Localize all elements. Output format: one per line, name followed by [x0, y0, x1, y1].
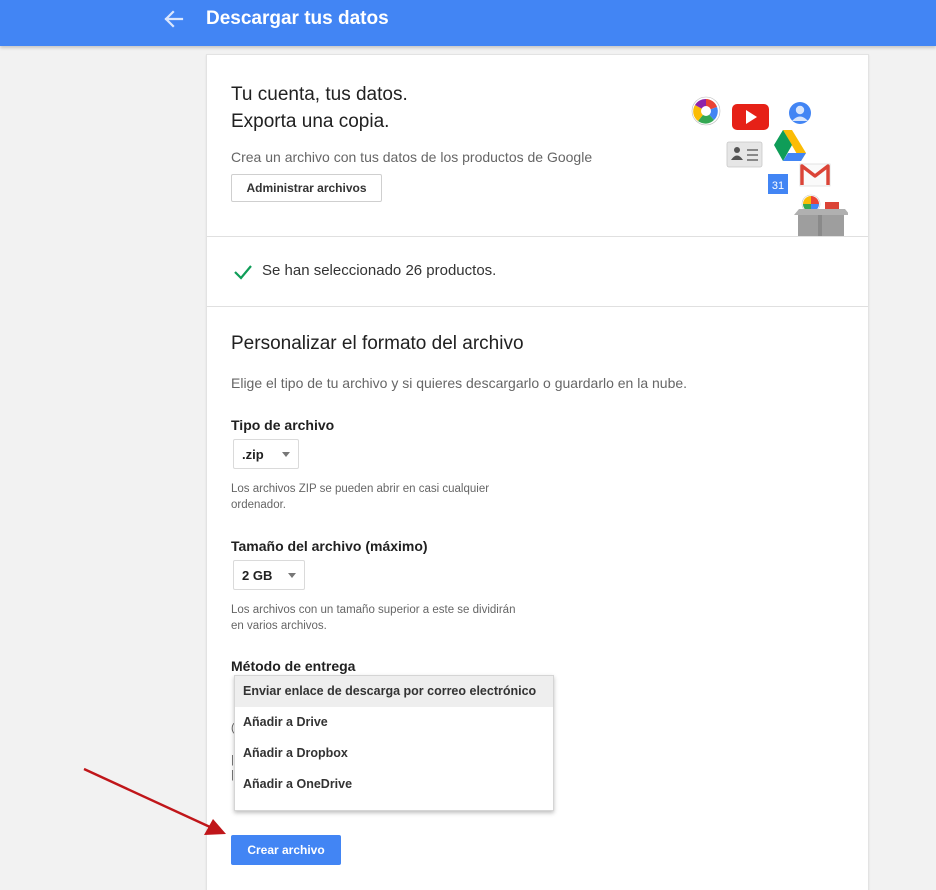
delivery-option-drive[interactable]: Añadir a Drive [235, 707, 553, 738]
file-size-help: Los archivos con un tamaño superior a es… [231, 604, 516, 632]
file-type-select[interactable]: .zip [233, 439, 299, 469]
top-app-bar: Descargar tus datos [0, 0, 936, 46]
chevron-down-icon [282, 452, 290, 457]
red-arrow-annotation [83, 767, 226, 835]
back-button[interactable] [160, 6, 190, 32]
page-title: Descargar tus datos [206, 8, 389, 29]
hero-title: Tu cuenta, tus datos. Exporta una copia. [231, 81, 408, 135]
hero-subtitle: Crea un archivo con tus datos de los pro… [231, 149, 593, 165]
contacts-icon [726, 141, 763, 168]
file-size-value: 2 GB [242, 568, 273, 583]
hero-title-line2: Exporta una copia. [231, 111, 390, 132]
products-illustration: 31 [691, 96, 848, 237]
main-card: Tu cuenta, tus datos. Exporta una copia.… [206, 54, 869, 890]
photos-icon [691, 96, 721, 126]
calendar-icon: 31 [768, 174, 788, 194]
section-title: Personalizar el formato del archivo [231, 333, 524, 354]
hero-title-line1: Tu cuenta, tus datos. [231, 84, 408, 105]
create-archive-button[interactable]: Crear archivo [231, 835, 341, 865]
file-type-value: .zip [242, 447, 264, 462]
delivery-option-onedrive[interactable]: Añadir a OneDrive [235, 769, 553, 800]
chevron-down-icon [288, 573, 296, 578]
section-description: Elige el tipo de tu archivo y si quieres… [231, 375, 688, 391]
file-type-label: Tipo de archivo [231, 417, 335, 433]
arrow-left-icon [164, 10, 184, 28]
checkmark-icon [234, 265, 252, 280]
svg-text:31: 31 [772, 180, 784, 192]
divider [207, 236, 868, 237]
divider [207, 306, 868, 307]
delivery-option-email[interactable]: Enviar enlace de descarga por correo ele… [235, 676, 553, 707]
youtube-icon [732, 104, 769, 130]
profile-icon [789, 102, 811, 124]
delivery-option-dropbox[interactable]: Añadir a Dropbox [235, 738, 553, 769]
delivery-method-label: Método de entrega [231, 658, 356, 674]
delivery-method-dropdown: Enviar enlace de descarga por correo ele… [234, 675, 554, 811]
file-size-select[interactable]: 2 GB [233, 560, 305, 590]
file-type-help: Los archivos ZIP se pueden abrir en casi… [231, 483, 490, 511]
selected-products-text: Se han seleccionado 26 productos. [262, 262, 497, 279]
drive-icon [774, 130, 806, 161]
manage-archives-button[interactable]: Administrar archivos [231, 174, 382, 202]
file-size-label: Tamaño del archivo (máximo) [231, 538, 428, 554]
gmail-icon [799, 163, 831, 187]
box-icon [794, 202, 848, 237]
